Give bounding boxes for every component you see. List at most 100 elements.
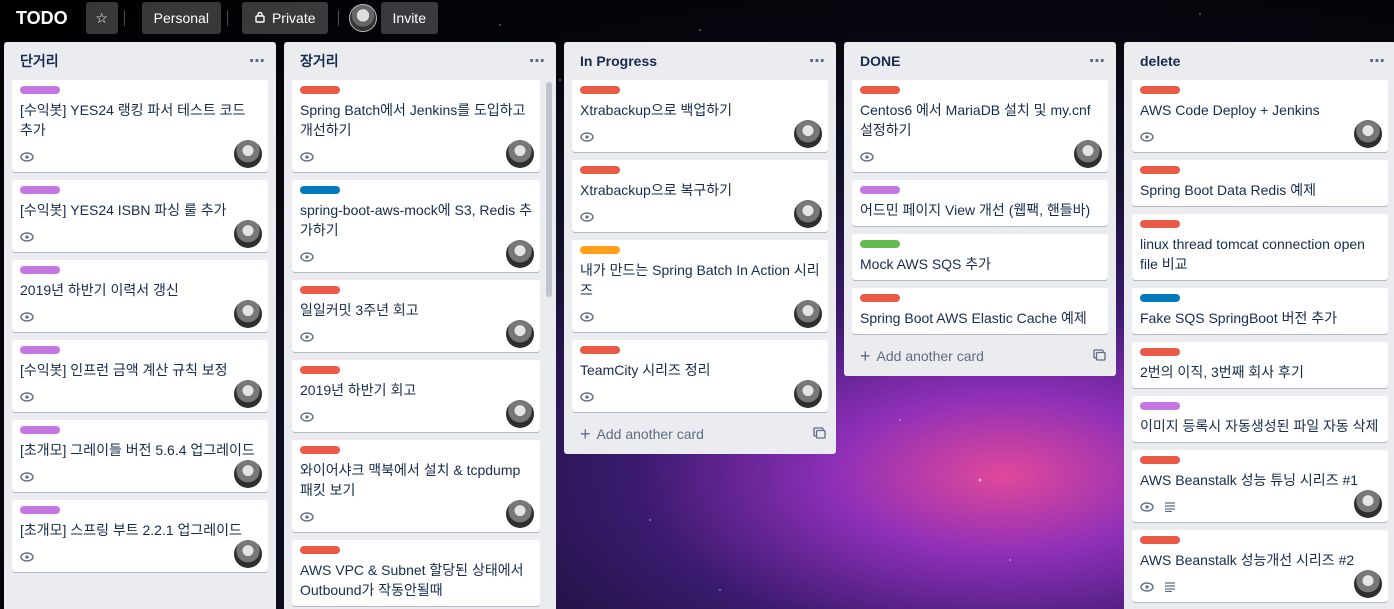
card[interactable]: Xtrabackup으로 복구하기 bbox=[572, 160, 828, 232]
card[interactable]: 어드민 페이지 View 개선 (웹팩, 핸들바) bbox=[852, 180, 1108, 226]
member-avatar[interactable] bbox=[234, 220, 262, 248]
member-avatar[interactable] bbox=[348, 4, 377, 32]
card[interactable]: linux thread tomcat connection open file… bbox=[1132, 214, 1388, 280]
card-label bbox=[300, 446, 340, 454]
card-label bbox=[300, 86, 340, 94]
card-title: [수익봇] 인프런 금액 계산 규칙 보정 bbox=[20, 362, 228, 378]
star-button[interactable]: ☆ bbox=[85, 2, 118, 34]
member-avatar[interactable] bbox=[794, 200, 822, 228]
card-label bbox=[300, 546, 340, 554]
member-avatar[interactable] bbox=[506, 140, 534, 168]
private-button[interactable]: Private bbox=[241, 2, 328, 34]
card-label bbox=[20, 426, 60, 434]
card-badges bbox=[20, 388, 260, 406]
eye-icon bbox=[300, 510, 314, 525]
card[interactable]: [초개모] 그레이들 버전 5.6.4 업그레이드 bbox=[12, 420, 268, 492]
eye-icon bbox=[580, 310, 594, 325]
member-avatar[interactable] bbox=[794, 120, 822, 148]
card[interactable]: 2019년 하반기 회고 bbox=[292, 360, 540, 432]
card[interactable]: [수익봇] YES24 랭킹 파서 테스트 코드 추가 bbox=[12, 80, 268, 172]
list-menu-icon[interactable]: ⋯ bbox=[809, 51, 826, 71]
member-avatar[interactable] bbox=[234, 140, 262, 168]
invite-button[interactable]: Invite bbox=[380, 2, 438, 34]
card-list: Xtrabackup으로 백업하기 Xtrabackup으로 복구하기내가 만드는… bbox=[564, 80, 836, 412]
card-label bbox=[580, 86, 620, 94]
card-label bbox=[1140, 348, 1180, 356]
card-title: Spring Batch에서 Jenkins를 도입하고 개선하기 bbox=[300, 102, 526, 138]
member-avatar[interactable] bbox=[1074, 140, 1102, 168]
member-avatar[interactable] bbox=[234, 300, 262, 328]
card-label bbox=[580, 166, 620, 174]
card[interactable]: 와이어샤크 맥북에서 설치 & tcpdump 패킷 보기 bbox=[292, 440, 540, 532]
eye-icon bbox=[860, 150, 874, 165]
card[interactable]: 일일커밋 3주년 회고 bbox=[292, 280, 540, 352]
member-avatar[interactable] bbox=[1354, 570, 1382, 598]
list-menu-icon[interactable]: ⋯ bbox=[249, 51, 266, 71]
card-title: Spring Boot Data Redis 예제 bbox=[1140, 182, 1316, 198]
member-avatar[interactable] bbox=[1354, 490, 1382, 518]
member-avatar[interactable] bbox=[234, 460, 262, 488]
card-badges bbox=[20, 228, 260, 246]
card[interactable]: AWS Code Deploy + Jenkins bbox=[1132, 80, 1388, 152]
list-header: In Progress ⋯ bbox=[564, 42, 836, 80]
member-avatar[interactable] bbox=[794, 380, 822, 408]
list-scrollbar[interactable] bbox=[546, 82, 552, 297]
card-title: 이미지 등록시 자동생성된 파일 자동 삭제 bbox=[1140, 418, 1379, 434]
card-template-icon[interactable] bbox=[1093, 348, 1106, 364]
member-avatar[interactable] bbox=[506, 240, 534, 268]
member-avatar[interactable] bbox=[1354, 120, 1382, 148]
card[interactable]: 이미지 등록시 자동생성된 파일 자동 삭제 bbox=[1132, 396, 1388, 442]
card-title: AWS VPC & Subnet 할당된 상태에서 Outbound가 작동안될… bbox=[300, 562, 524, 598]
list-title[interactable]: 장거리 bbox=[300, 51, 339, 71]
add-card-button[interactable]: + Add another card bbox=[844, 338, 1116, 374]
list-title[interactable]: 단거리 bbox=[20, 51, 59, 71]
card-list: Centos6 에서 MariaDB 설치 및 my.cnf 설정하기어드민 페… bbox=[844, 80, 1116, 334]
card-title: 일일커밋 3주년 회고 bbox=[300, 302, 419, 318]
card-title: AWS Beanstalk 성능개선 시리즈 #2 bbox=[1140, 552, 1355, 568]
card-template-icon[interactable] bbox=[813, 426, 826, 442]
card[interactable]: spring-boot-aws-mock에 S3, Redis 추가하기 bbox=[292, 180, 540, 272]
card-badges bbox=[580, 388, 820, 406]
personal-button[interactable]: Personal bbox=[141, 2, 221, 34]
card[interactable]: 내가 만드는 Spring Batch In Action 시리즈 bbox=[572, 240, 828, 332]
card[interactable]: AWS Beanstalk 성능개선 시리즈 #2 bbox=[1132, 530, 1388, 602]
card-badges bbox=[580, 128, 820, 146]
card-title: AWS Code Deploy + Jenkins bbox=[1140, 102, 1320, 118]
card-title: Spring Boot AWS Elastic Cache 예제 bbox=[860, 310, 1087, 326]
card[interactable]: Spring Boot AWS Elastic Cache 예제 bbox=[852, 288, 1108, 334]
plus-icon: + bbox=[580, 423, 591, 444]
member-avatar[interactable] bbox=[794, 300, 822, 328]
list-menu-icon[interactable]: ⋯ bbox=[529, 51, 546, 71]
list-menu-icon[interactable]: ⋯ bbox=[1369, 51, 1386, 71]
card-title: [수익봇] YES24 ISBN 파싱 룰 추가 bbox=[20, 202, 227, 218]
card[interactable]: Centos6 에서 MariaDB 설치 및 my.cnf 설정하기 bbox=[852, 80, 1108, 172]
card[interactable]: Mock AWS SQS 추가 bbox=[852, 234, 1108, 280]
card[interactable]: 2번의 이직, 3번째 회사 후기 bbox=[1132, 342, 1388, 388]
list-title[interactable]: DONE bbox=[860, 53, 900, 69]
member-avatar[interactable] bbox=[506, 400, 534, 428]
member-avatar[interactable] bbox=[234, 540, 262, 568]
board-title[interactable]: TODO bbox=[16, 8, 68, 29]
card[interactable]: Fake SQS SpringBoot 버전 추가 bbox=[1132, 288, 1388, 334]
card[interactable]: AWS Beanstalk 성능 튜닝 시리즈 #1 bbox=[1132, 450, 1388, 522]
card[interactable]: [수익봇] 인프런 금액 계산 규칙 보정 bbox=[12, 340, 268, 412]
add-card-button[interactable]: + Add another card bbox=[564, 416, 836, 452]
list-title[interactable]: delete bbox=[1140, 53, 1180, 69]
card[interactable]: 2019년 하반기 이력서 갱신 bbox=[12, 260, 268, 332]
card-badges bbox=[20, 308, 260, 326]
list-menu-icon[interactable]: ⋯ bbox=[1089, 51, 1106, 71]
member-avatar[interactable] bbox=[506, 320, 534, 348]
card-badges bbox=[1140, 498, 1380, 516]
card[interactable]: [수익봇] YES24 ISBN 파싱 룰 추가 bbox=[12, 180, 268, 252]
card[interactable]: Spring Batch에서 Jenkins를 도입하고 개선하기 bbox=[292, 80, 540, 172]
list-title[interactable]: In Progress bbox=[580, 53, 657, 69]
member-avatar[interactable] bbox=[506, 500, 534, 528]
card-label bbox=[1140, 166, 1180, 174]
card[interactable]: [초개모] 스프링 부트 2.2.1 업그레이드 bbox=[12, 500, 268, 572]
card[interactable]: TeamCity 시리즈 정리 bbox=[572, 340, 828, 412]
card[interactable]: Xtrabackup으로 백업하기 bbox=[572, 80, 828, 152]
member-avatar[interactable] bbox=[234, 380, 262, 408]
card[interactable]: Spring Boot Data Redis 예제 bbox=[1132, 160, 1388, 206]
card[interactable]: AWS VPC & Subnet 할당된 상태에서 Outbound가 작동안될… bbox=[292, 540, 540, 606]
card-label bbox=[20, 86, 60, 94]
